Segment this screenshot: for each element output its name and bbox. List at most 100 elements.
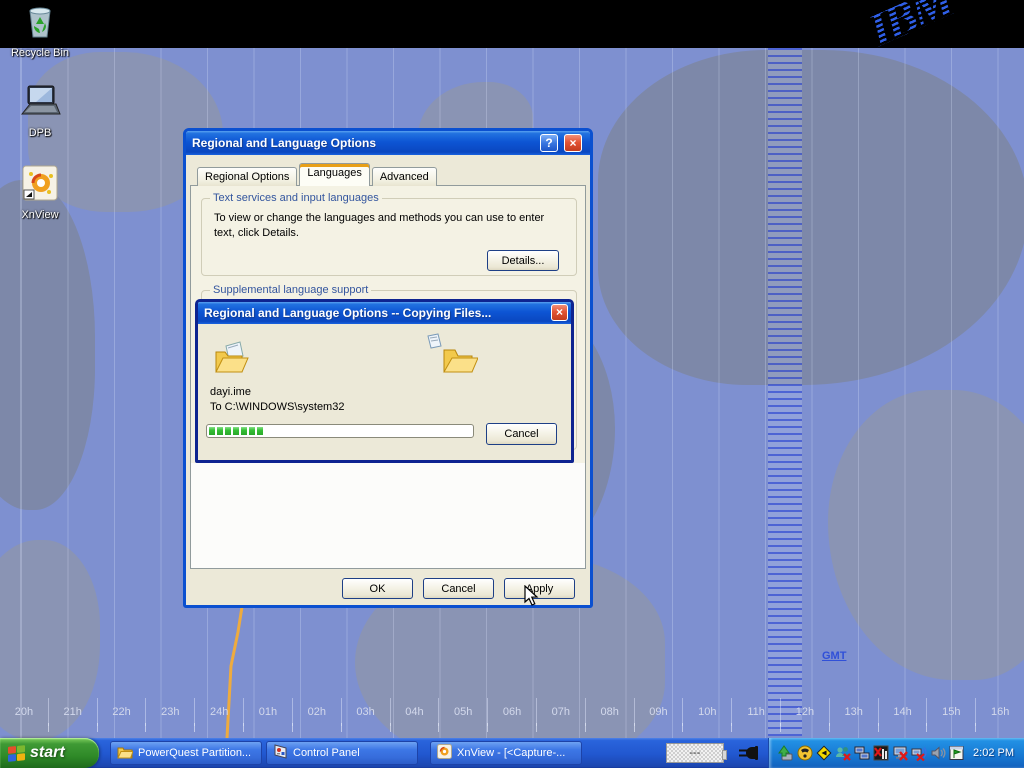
timezone-cell: 01h xyxy=(243,698,292,726)
timezone-label: 13h xyxy=(845,706,863,718)
taskbar-item-xnview[interactable]: XnView - [<Capture-... xyxy=(430,741,582,765)
timezone-label: 07h xyxy=(552,706,570,718)
tab-languages[interactable]: Languages xyxy=(299,163,369,186)
safely-remove-hardware-icon[interactable] xyxy=(777,745,794,762)
timezone-cell: 07h xyxy=(536,698,585,726)
close-icon[interactable]: × xyxy=(564,134,582,152)
timezone-cell: 11h xyxy=(731,698,780,726)
timezone-cell: 23h xyxy=(145,698,194,726)
timezone-label: 09h xyxy=(649,706,667,718)
details-button[interactable]: Details... xyxy=(487,250,559,271)
battery-meter[interactable]: --- xyxy=(666,743,724,763)
task-label: PowerQuest Partition... xyxy=(138,747,251,759)
timezone-label: 15h xyxy=(942,706,960,718)
copying-filename: dayi.ime xyxy=(210,386,251,398)
copying-file-icon xyxy=(420,332,478,383)
partition-magic-icon[interactable] xyxy=(815,745,832,762)
task-label: Control Panel xyxy=(293,747,360,759)
copy-progress-bar xyxy=(206,424,474,438)
timezone-cell: 12h xyxy=(780,698,829,726)
timezone-cell: 13h xyxy=(829,698,878,726)
desktop-icon-label: DPB xyxy=(2,127,78,139)
group-title: Supplemental language support xyxy=(210,284,371,296)
timezone-label: 24h xyxy=(210,706,228,718)
timezone-cell: 10h xyxy=(682,698,731,726)
dialog-tabs: Regional Options Languages Advanced xyxy=(197,163,439,186)
stats-error-icon[interactable] xyxy=(872,745,889,762)
messenger-offline-icon[interactable] xyxy=(834,745,851,762)
laptop-icon xyxy=(18,84,62,125)
progress-segment xyxy=(249,427,255,435)
start-button[interactable]: start xyxy=(0,738,99,768)
dialog-title-bar[interactable]: Regional and Language Options -- Copying… xyxy=(198,302,571,324)
recycle-bin-icon xyxy=(22,4,58,45)
network-computers-icon[interactable] xyxy=(853,745,870,762)
display-language-icon[interactable] xyxy=(948,745,965,762)
timezone-label: 06h xyxy=(503,706,521,718)
timezone-cell: 20h xyxy=(0,698,48,726)
wireless-error-icon[interactable] xyxy=(910,745,927,762)
xnview-task-icon xyxy=(437,744,452,762)
timezone-cell: 24h xyxy=(194,698,243,726)
open-folder-icon xyxy=(212,338,252,383)
gmt-label: GMT xyxy=(822,650,846,662)
desktop-icon-recycle-bin[interactable]: Recycle Bin xyxy=(2,4,78,59)
timezone-label: 05h xyxy=(454,706,472,718)
progress-segment xyxy=(257,427,263,435)
cancel-button[interactable]: Cancel xyxy=(423,578,494,599)
timezone-cell: 02h xyxy=(292,698,341,726)
taskbar-item-powerquest[interactable]: PowerQuest Partition... xyxy=(110,741,262,765)
timezone-cell: 04h xyxy=(390,698,439,726)
timezone-cell: 05h xyxy=(438,698,487,726)
progress-segment xyxy=(217,427,223,435)
desktop-icon-dpb[interactable]: DPB xyxy=(2,84,78,139)
volume-icon[interactable] xyxy=(929,745,946,762)
phone-dialer-icon[interactable] xyxy=(796,745,813,762)
task-label: XnView - [<Capture-... xyxy=(457,747,565,759)
timezone-cell: 14h xyxy=(878,698,927,726)
text-services-group: Text services and input languages To vie… xyxy=(201,198,577,276)
dialog-title-bar[interactable]: Regional and Language Options xyxy=(186,131,590,155)
apply-button[interactable]: Apply xyxy=(504,578,575,599)
map-landmass xyxy=(598,50,1024,385)
group-title: Text services and input languages xyxy=(210,192,382,204)
taskbar-item-control-panel[interactable]: Control Panel xyxy=(266,741,418,765)
taskbar-clock[interactable]: 2:02 PM xyxy=(973,747,1024,759)
group-description: To view or change the languages and meth… xyxy=(214,211,566,241)
help-button[interactable]: ? xyxy=(540,134,558,152)
timezone-label: 03h xyxy=(356,706,374,718)
timezone-label: 22h xyxy=(112,706,130,718)
ok-button[interactable]: OK xyxy=(342,578,413,599)
monitor-error-icon[interactable] xyxy=(891,745,908,762)
timezone-label: 16h xyxy=(991,706,1009,718)
timezone-cell: 15h xyxy=(926,698,975,726)
taskbar: start PowerQuest Partition... Contro xyxy=(0,738,1024,768)
ibm-logo: IBM xyxy=(862,0,959,48)
desktop: GMT 20h 21h 22h 23h 24h 01h 02h 03h 04h … xyxy=(0,0,1024,768)
dialog-title: Regional and Language Options xyxy=(192,136,376,150)
unpainted-dialog-region xyxy=(190,463,586,569)
map-landmass xyxy=(828,390,1024,680)
timezone-cell: 22h xyxy=(97,698,146,726)
timezone-label: 12h xyxy=(796,706,814,718)
progress-segment xyxy=(241,427,247,435)
timezone-label: 10h xyxy=(698,706,716,718)
timezone-label: 14h xyxy=(893,706,911,718)
desktop-icon-label: Recycle Bin xyxy=(2,47,78,59)
timezone-label: 08h xyxy=(600,706,618,718)
timezone-cell: 03h xyxy=(341,698,390,726)
tab-regional-options[interactable]: Regional Options xyxy=(197,167,297,186)
copying-files-dialog: Regional and Language Options -- Copying… xyxy=(195,299,574,463)
timezone-cell: 06h xyxy=(487,698,536,726)
cancel-copy-button[interactable]: Cancel xyxy=(486,423,557,445)
timezone-ruler: 20h 21h 22h 23h 24h 01h 02h 03h 04h 05h … xyxy=(0,698,1024,726)
progress-segment xyxy=(233,427,239,435)
map-landmass xyxy=(0,180,95,510)
tab-advanced[interactable]: Advanced xyxy=(372,167,437,186)
control-panel-icon xyxy=(273,744,288,762)
ac-power-plug-icon[interactable] xyxy=(738,744,760,767)
timezone-label: 23h xyxy=(161,706,179,718)
close-icon[interactable]: × xyxy=(551,304,568,321)
top-brand-bar: IBM xyxy=(0,0,1024,48)
desktop-icon-xnview[interactable]: XnView xyxy=(2,164,78,221)
